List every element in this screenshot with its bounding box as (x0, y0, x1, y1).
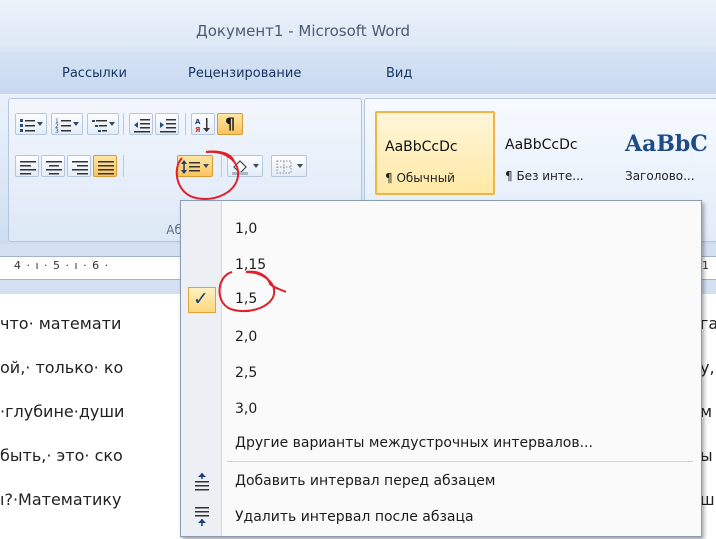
document-line: ой,· только· ко (0, 358, 124, 377)
document-line: ·глубине·души (0, 402, 125, 421)
increase-indent-button[interactable] (155, 113, 179, 135)
menu-item-more-options[interactable]: Другие варианты междустрочных интервалов… (221, 429, 699, 459)
numbering-icon: 1 2 3 (55, 118, 71, 133)
numbering-button[interactable]: 1 2 3 (51, 113, 83, 135)
show-formatting-marks-button[interactable]: ¶ (217, 113, 243, 135)
svg-text:Я: Я (195, 126, 200, 133)
tab-mailings[interactable]: Рассылки (62, 66, 127, 81)
style-sample: AaBbCcDc (505, 137, 578, 153)
bullets-button[interactable] (15, 113, 47, 135)
align-left-icon (20, 161, 36, 175)
ruler-scale: 4 · ı · 5 · ı · 6 · (14, 259, 110, 272)
multilevel-list-icon (92, 120, 107, 132)
borders-button[interactable] (271, 155, 307, 177)
line-spacing-menu: ✓ 1,0 1,15 1,5 2,0 2,5 3,0 Другие вариан… (180, 200, 702, 537)
add-space-before-icon (195, 473, 209, 491)
increase-indent-icon (160, 119, 176, 133)
decrease-indent-icon (134, 119, 150, 133)
checkmark-icon: ✓ (188, 287, 216, 313)
justify-button[interactable] (93, 155, 117, 177)
paint-bucket-icon (232, 160, 248, 175)
style-name: ¶ Обычный (385, 171, 455, 185)
document-line-end: га (700, 314, 716, 333)
menu-item-3-0[interactable]: 3,0 (221, 395, 699, 425)
menu-item-1-5[interactable]: 1,5 (221, 285, 699, 315)
shading-button[interactable] (227, 155, 263, 177)
document-line: ı?·Математику (0, 490, 122, 509)
menu-item-remove-space-after[interactable]: Удалить интервал после абзаца (221, 503, 699, 533)
align-center-button[interactable] (41, 155, 65, 177)
tab-review[interactable]: Рецензирование (188, 66, 301, 81)
style-name: Заголово... (625, 169, 695, 183)
style-heading-1[interactable]: AaBbC Заголово... (617, 111, 716, 195)
style-normal[interactable]: AaBbCcDc ¶ Обычный (375, 111, 495, 195)
style-no-spacing[interactable]: AaBbCcDc ¶ Без инте... (497, 111, 617, 195)
line-spacing-icon (181, 160, 200, 174)
sort-az-icon: A Я (195, 118, 210, 133)
style-sample: AaBbCcDc (385, 139, 458, 155)
align-left-button[interactable] (15, 155, 39, 177)
document-line: быть,· это· ско (0, 446, 123, 465)
tab-view[interactable]: Вид (386, 66, 412, 81)
style-name: ¶ Без инте... (505, 169, 584, 183)
align-right-button[interactable] (67, 155, 91, 177)
bullets-icon (20, 119, 35, 132)
remove-space-after-icon (195, 507, 209, 526)
document-line: что· математи (0, 314, 122, 333)
menu-item-2-0[interactable]: 2,0 (221, 323, 699, 353)
window-title: Документ1 - Microsoft Word (196, 22, 410, 40)
pilcrow-icon: ¶ (225, 114, 236, 133)
multilevel-list-button[interactable] (87, 113, 119, 135)
title-bar: Документ1 - Microsoft Word (0, 0, 716, 52)
menu-item-1-0[interactable]: 1,0 (221, 215, 699, 245)
svg-text:3: 3 (55, 128, 59, 133)
menu-item-1-15[interactable]: 1,15 (221, 251, 699, 281)
decrease-indent-button[interactable] (129, 113, 153, 135)
sort-button[interactable]: A Я (191, 113, 215, 135)
borders-icon (276, 160, 292, 174)
ruler-scale-right: 1 (702, 259, 709, 272)
menu-item-add-space-before[interactable]: Добавить интервал перед абзацем (221, 467, 699, 497)
align-center-icon (46, 161, 62, 175)
ribbon-tabs: Рассылки Рецензирование Вид (0, 52, 716, 95)
line-spacing-button[interactable] (177, 155, 213, 177)
svg-text:A: A (195, 118, 201, 126)
document-line-end: ш (700, 490, 715, 509)
document-line-end: у,· (700, 358, 716, 377)
style-sample: AaBbC (625, 131, 708, 157)
menu-item-2-5[interactable]: 2,5 (221, 359, 699, 389)
align-right-icon (72, 161, 88, 175)
justify-icon (98, 161, 114, 175)
